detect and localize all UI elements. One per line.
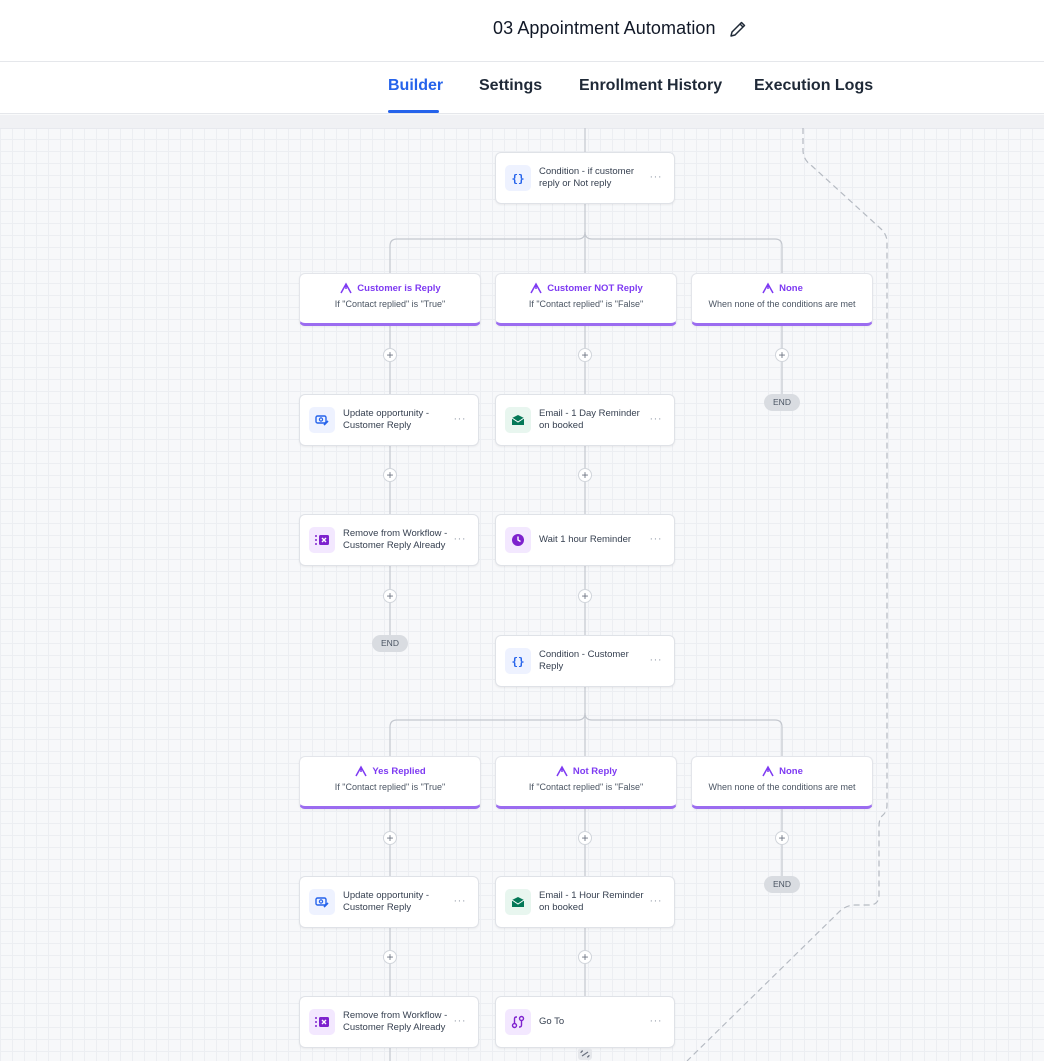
branch-title: Customer is Reply [357, 282, 441, 294]
branch-subtitle: If "Contact replied" is "False" [528, 299, 644, 309]
email-icon [505, 889, 531, 915]
node-label: Email - 1 Day Reminder on booked [539, 408, 640, 431]
condition-node[interactable]: {} Condition - Customer Reply ··· [495, 635, 675, 687]
branch-subtitle: If "Contact replied" is "True" [334, 299, 446, 309]
add-step-button[interactable]: + [578, 468, 592, 482]
branch-icon [556, 765, 568, 777]
node-label: Condition - Customer Reply [539, 649, 629, 672]
add-step-button[interactable]: + [775, 348, 789, 362]
add-step-button[interactable]: + [578, 589, 592, 603]
more-options-icon[interactable]: ··· [650, 533, 663, 545]
branch-icon [355, 765, 367, 777]
more-options-icon[interactable]: ··· [454, 413, 467, 425]
add-step-button[interactable]: + [578, 831, 592, 845]
more-options-icon[interactable]: ··· [454, 533, 467, 545]
branch-customer-is-reply[interactable]: Customer is Reply If "Contact replied" i… [299, 273, 481, 326]
update-opportunity-icon [309, 407, 335, 433]
add-step-button[interactable]: + [383, 831, 397, 845]
end-marker: END [764, 394, 800, 411]
end-marker: END [764, 876, 800, 893]
branch-customer-not-reply[interactable]: Customer NOT Reply If "Contact replied" … [495, 273, 677, 326]
wait-node[interactable]: Wait 1 hour Reminder ··· [495, 514, 675, 566]
goto-node[interactable]: Go To ··· [495, 996, 675, 1048]
node-label: Update opportunity - Customer Reply [343, 890, 430, 913]
branch-subtitle: If "Contact replied" is "False" [528, 782, 644, 792]
more-options-icon[interactable]: ··· [650, 413, 663, 425]
more-options-icon[interactable]: ··· [454, 895, 467, 907]
add-step-button[interactable]: + [578, 348, 592, 362]
remove-from-workflow-node[interactable]: Remove from Workflow - Customer Reply Al… [299, 996, 479, 1048]
branch-title: Not Reply [572, 765, 618, 777]
condition-node[interactable]: {} Condition - if customer reply or Not … [495, 152, 675, 204]
add-step-button[interactable]: + [775, 831, 789, 845]
add-step-button[interactable]: + [383, 348, 397, 362]
email-node[interactable]: Email - 1 Hour Reminder on booked ··· [495, 876, 675, 928]
remove-workflow-icon [309, 1009, 335, 1035]
branch-title: None [779, 765, 803, 777]
end-marker: END [372, 635, 408, 652]
branch-none[interactable]: None When none of the conditions are met [691, 756, 873, 809]
remove-workflow-icon [309, 527, 335, 553]
update-opportunity-icon [309, 889, 335, 915]
goto-icon [505, 1009, 531, 1035]
more-options-icon[interactable]: ··· [650, 895, 663, 907]
node-label: Wait 1 hour Reminder [539, 534, 632, 545]
add-step-button[interactable]: + [383, 468, 397, 482]
link-icon[interactable] [577, 1047, 593, 1061]
node-label: Remove from Workflow - Customer Reply Al… [343, 528, 448, 551]
branch-icon [762, 765, 774, 777]
add-step-button[interactable]: + [383, 950, 397, 964]
branch-icon [530, 282, 542, 294]
branch-subtitle: When none of the conditions are met [708, 782, 856, 792]
more-options-icon[interactable]: ··· [454, 1015, 467, 1027]
update-opportunity-node[interactable]: Update opportunity - Customer Reply ··· [299, 876, 479, 928]
branch-title: Yes Replied [372, 765, 426, 777]
node-label: Go To [539, 1016, 565, 1027]
branch-subtitle: When none of the conditions are met [708, 299, 856, 309]
braces-icon: {} [505, 165, 531, 191]
branch-icon [762, 282, 774, 294]
branch-none[interactable]: None When none of the conditions are met [691, 273, 873, 326]
node-label: Remove from Workflow - Customer Reply Al… [343, 1010, 448, 1033]
node-label: Condition - if customer reply or Not rep… [539, 166, 635, 189]
branch-title: Customer NOT Reply [547, 282, 643, 294]
add-step-button[interactable]: + [383, 589, 397, 603]
more-options-icon[interactable]: ··· [650, 171, 663, 183]
remove-from-workflow-node[interactable]: Remove from Workflow - Customer Reply Al… [299, 514, 479, 566]
email-node[interactable]: Email - 1 Day Reminder on booked ··· [495, 394, 675, 446]
clock-icon [505, 527, 531, 553]
branch-icon [340, 282, 352, 294]
node-label: Update opportunity - Customer Reply [343, 408, 430, 431]
branch-yes-replied[interactable]: Yes Replied If "Contact replied" is "Tru… [299, 756, 481, 809]
add-step-button[interactable]: + [578, 950, 592, 964]
email-icon [505, 407, 531, 433]
branch-title: None [779, 282, 803, 294]
update-opportunity-node[interactable]: Update opportunity - Customer Reply ··· [299, 394, 479, 446]
more-options-icon[interactable]: ··· [650, 654, 663, 666]
branch-subtitle: If "Contact replied" is "True" [334, 782, 446, 792]
branch-not-reply[interactable]: Not Reply If "Contact replied" is "False… [495, 756, 677, 809]
node-label: Email - 1 Hour Reminder on booked [539, 890, 644, 913]
braces-icon: {} [505, 648, 531, 674]
more-options-icon[interactable]: ··· [650, 1015, 663, 1027]
